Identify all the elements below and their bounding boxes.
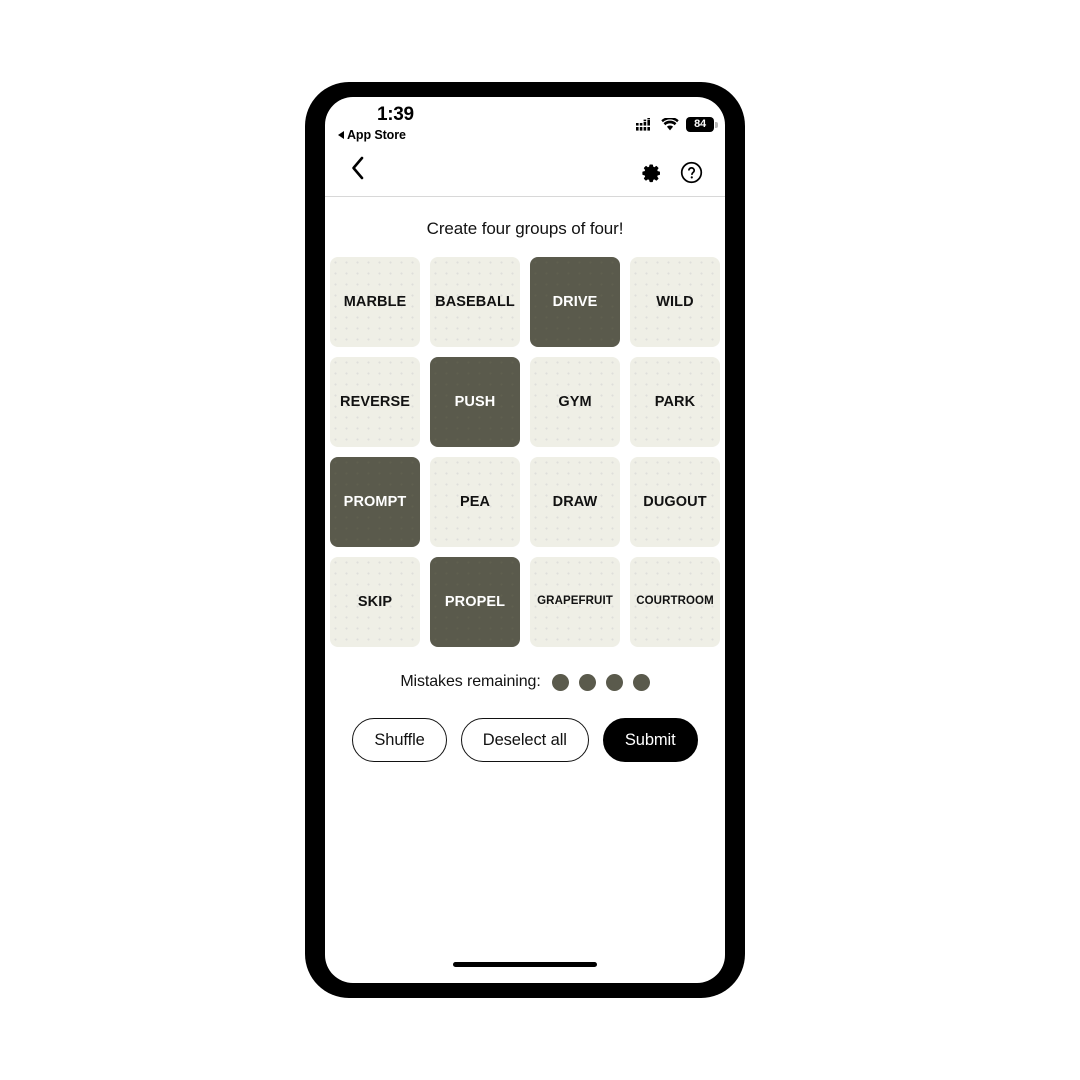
battery-icon: 84 (686, 117, 718, 132)
word-tile-label: GYM (558, 393, 592, 410)
word-tile[interactable]: MARBLE (330, 257, 420, 347)
instruction-text: Create four groups of four! (426, 219, 624, 238)
settings-button[interactable] (640, 162, 662, 184)
mistake-dot (632, 673, 650, 691)
word-tile[interactable]: COURTROOM (630, 557, 720, 647)
word-tile-label: DUGOUT (643, 493, 707, 510)
word-tile-label: PROPEL (444, 593, 506, 610)
mistakes-label: Mistakes remaining: (400, 673, 541, 690)
word-tile[interactable]: PEA (430, 457, 520, 547)
word-tile-label: MARBLE (343, 293, 407, 310)
return-app-label: App Store (347, 128, 406, 142)
word-tile-label: PEA (459, 493, 491, 510)
screenshot-stage: 1:39 App Store 84 Create four groups of … (0, 0, 1080, 1080)
word-tile[interactable]: GRAPEFRUIT (530, 557, 620, 647)
word-tile-label: WILD (656, 293, 694, 310)
word-tile-label: BASEBALL (435, 293, 515, 310)
word-tile-label: DRAW (552, 493, 598, 510)
word-tile[interactable]: PROMPT (330, 457, 420, 547)
back-button[interactable] (351, 156, 365, 185)
word-tile[interactable]: WILD (630, 257, 720, 347)
deselect-all-button[interactable]: Deselect all (460, 718, 589, 762)
word-tile[interactable]: DUGOUT (630, 457, 720, 547)
word-tile[interactable]: BASEBALL (430, 257, 520, 347)
word-tile[interactable]: PUSH (430, 357, 520, 447)
word-tile[interactable]: DRIVE (530, 257, 620, 347)
word-tile[interactable]: PROPEL (430, 557, 520, 647)
action-buttons: Shuffle Deselect all Submit (325, 718, 725, 762)
help-button[interactable] (680, 161, 703, 184)
word-tile-label: GRAPEFRUIT (537, 595, 613, 608)
return-to-app-store[interactable]: App Store (338, 128, 406, 142)
word-tile-label: REVERSE (340, 393, 410, 410)
mistake-dot (605, 673, 623, 691)
shuffle-button[interactable]: Shuffle (352, 718, 447, 762)
gear-icon (642, 163, 660, 182)
word-tile[interactable]: REVERSE (330, 357, 420, 447)
triangle-left-icon (338, 131, 344, 139)
word-tile-label: PUSH (454, 393, 496, 410)
mistake-dot (551, 673, 569, 691)
word-grid: MARBLE BASEBALL DRIVE WILD REVERSE PUSH GYM PAR… (325, 257, 725, 647)
game-board: Create four groups of four! MARBLE BASEBA… (325, 197, 725, 762)
mistake-dots (551, 673, 650, 691)
word-tile[interactable]: GYM (530, 357, 620, 447)
battery-percent-label: 84 (694, 118, 706, 130)
home-indicator[interactable] (453, 962, 597, 967)
phone-screen: 1:39 App Store 84 Create four groups of … (325, 97, 725, 983)
nav-bar (325, 149, 725, 197)
submit-button[interactable]: Submit (602, 718, 698, 762)
wifi-icon (661, 118, 679, 131)
word-tile[interactable]: DRAW (530, 457, 620, 547)
status-indicators: 84 (636, 117, 718, 132)
chevron-left-icon (352, 156, 364, 180)
question-circle-icon (680, 161, 703, 184)
word-tile-label: PARK (654, 393, 696, 410)
status-bar: 1:39 App Store 84 (325, 97, 725, 149)
word-tile[interactable]: SKIP (330, 557, 420, 647)
status-time: 1:39 (377, 104, 414, 125)
word-tile[interactable]: PARK (630, 357, 720, 447)
word-tile-label: PROMPT (343, 493, 407, 510)
cellular-signal-icon (636, 118, 650, 131)
mistakes-remaining: Mistakes remaining: (325, 673, 725, 691)
word-tile-label: COURTROOM (636, 595, 714, 608)
word-tile-label: SKIP (357, 593, 393, 610)
word-tile-label: DRIVE (552, 293, 598, 310)
mistake-dot (578, 673, 596, 691)
